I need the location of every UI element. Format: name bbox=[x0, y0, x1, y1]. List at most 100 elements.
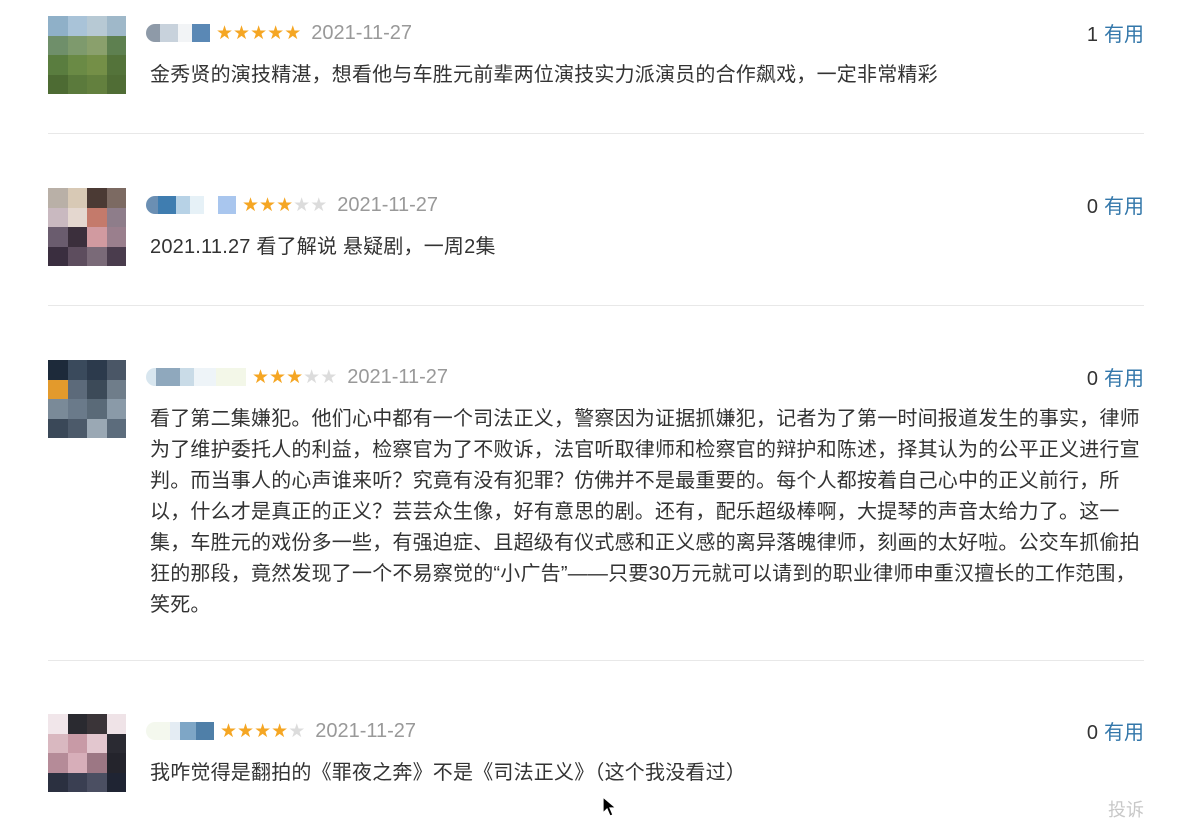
avatar-pixel bbox=[106, 207, 126, 227]
avatar-pixel bbox=[87, 55, 107, 75]
avatar-pixel bbox=[106, 227, 126, 247]
avatar-pixel bbox=[106, 379, 126, 399]
avatar-pixel bbox=[67, 35, 87, 55]
review-date: 2021-11-27 bbox=[315, 719, 417, 742]
username-blur-block bbox=[146, 722, 170, 740]
username-blur-block bbox=[180, 368, 194, 386]
avatar-pixel bbox=[87, 753, 107, 773]
helpful-count: 1 bbox=[1086, 24, 1098, 46]
star-empty-icon: ★ bbox=[303, 366, 321, 388]
helpful-count: 0 bbox=[1086, 196, 1098, 218]
avatar-pixel bbox=[48, 55, 68, 75]
avatar-pixel bbox=[106, 55, 126, 75]
avatar[interactable] bbox=[48, 714, 126, 792]
star-full-icon: ★ bbox=[252, 366, 270, 388]
helpful-button[interactable]: 有用 bbox=[1104, 722, 1144, 744]
avatar[interactable] bbox=[48, 16, 126, 94]
avatar[interactable] bbox=[48, 188, 126, 266]
avatar-pixel bbox=[106, 246, 126, 266]
avatar-pixel bbox=[48, 379, 68, 399]
helpful-count: 0 bbox=[1086, 722, 1098, 744]
avatar-pixel bbox=[106, 772, 126, 792]
avatar-pixel bbox=[67, 227, 87, 247]
avatar-pixel bbox=[106, 74, 126, 94]
username-blur-block bbox=[146, 24, 160, 42]
avatar-pixel bbox=[48, 733, 68, 753]
star-full-icon: ★ bbox=[237, 720, 255, 742]
username-blur-block bbox=[194, 368, 216, 386]
username-blur-block bbox=[156, 368, 180, 386]
rating-stars: ★ ★ ★ ★ ★ bbox=[216, 23, 301, 43]
review-date: 2021-11-27 bbox=[311, 21, 413, 44]
username-blurred[interactable] bbox=[146, 364, 246, 390]
helpful-button[interactable]: 有用 bbox=[1104, 196, 1144, 218]
username-blur-block bbox=[176, 196, 190, 214]
avatar-pixel bbox=[87, 379, 107, 399]
avatar-pixel bbox=[48, 246, 68, 266]
star-empty-icon: ★ bbox=[310, 194, 328, 216]
avatar-pixel bbox=[48, 227, 68, 247]
avatar-pixel bbox=[106, 16, 126, 36]
helpful-count: 0 bbox=[1086, 368, 1098, 390]
review-meta: ★ ★ ★ ★ ★ 2021-11-27 bbox=[146, 188, 438, 222]
avatar-pixel bbox=[48, 399, 68, 419]
avatar-pixel bbox=[106, 418, 126, 438]
review-date: 2021-11-27 bbox=[347, 365, 449, 388]
avatar-pixel bbox=[106, 35, 126, 55]
avatar[interactable] bbox=[48, 360, 126, 438]
avatar-pixel bbox=[48, 753, 68, 773]
avatar-pixel bbox=[48, 188, 68, 208]
helpful-vote: 0 有用 bbox=[1087, 716, 1144, 745]
rating-stars: ★ ★ ★ ★ ★ bbox=[242, 195, 327, 215]
username-blur-block bbox=[192, 24, 210, 42]
username-blur-block bbox=[196, 722, 214, 740]
avatar-pixel bbox=[87, 772, 107, 792]
avatar-pixel bbox=[48, 714, 68, 734]
username-blur-block bbox=[146, 368, 156, 386]
review-content: 看了第二集嫌犯。他们心中都有一个司法正义，警察因为证据抓嫌犯，记者为了第一时间报… bbox=[150, 408, 1140, 616]
helpful-button[interactable]: 有用 bbox=[1104, 24, 1144, 46]
username-blurred[interactable] bbox=[146, 20, 210, 46]
star-full-icon: ★ bbox=[271, 720, 289, 742]
review-meta: ★ ★ ★ ★ ★ 2021-11-27 bbox=[146, 714, 416, 748]
avatar-pixel bbox=[87, 227, 107, 247]
avatar-pixel bbox=[87, 418, 107, 438]
star-empty-icon: ★ bbox=[320, 366, 338, 388]
username-blurred[interactable] bbox=[146, 192, 236, 218]
helpful-vote: 1 有用 bbox=[1087, 18, 1144, 47]
username-blur-block bbox=[178, 24, 192, 42]
review-meta: ★ ★ ★ ★ ★ 2021-11-27 bbox=[146, 16, 412, 50]
avatar-pixel bbox=[87, 360, 107, 380]
avatar-pixel bbox=[67, 418, 87, 438]
username-blur-block bbox=[216, 368, 246, 386]
avatar-pixel bbox=[67, 772, 87, 792]
avatar-pixel bbox=[48, 74, 68, 94]
star-full-icon: ★ bbox=[254, 720, 272, 742]
review-content: 我咋觉得是翻拍的《罪夜之奔》不是《司法正义》（这个我没看过） bbox=[150, 762, 746, 784]
avatar-pixel bbox=[106, 714, 126, 734]
divider bbox=[48, 305, 1144, 306]
review-date: 2021-11-27 bbox=[337, 193, 439, 216]
avatar-pixel bbox=[67, 733, 87, 753]
star-empty-icon: ★ bbox=[293, 194, 311, 216]
username-blur-block bbox=[160, 24, 178, 42]
star-full-icon: ★ bbox=[267, 22, 285, 44]
avatar-pixel bbox=[87, 188, 107, 208]
avatar-pixel bbox=[87, 399, 107, 419]
star-full-icon: ★ bbox=[250, 22, 268, 44]
avatar-pixel bbox=[67, 753, 87, 773]
avatar-pixel bbox=[87, 714, 107, 734]
avatar-pixel bbox=[67, 188, 87, 208]
username-blur-block bbox=[190, 196, 204, 214]
helpful-vote: 0 有用 bbox=[1087, 190, 1144, 219]
star-full-icon: ★ bbox=[286, 366, 304, 388]
divider bbox=[48, 660, 1144, 661]
report-link[interactable]: 投诉 bbox=[1108, 796, 1144, 822]
avatar-pixel bbox=[48, 772, 68, 792]
username-blurred[interactable] bbox=[146, 718, 214, 744]
avatar-pixel bbox=[67, 379, 87, 399]
helpful-button[interactable]: 有用 bbox=[1104, 368, 1144, 390]
star-full-icon: ★ bbox=[259, 194, 277, 216]
avatar-pixel bbox=[106, 753, 126, 773]
avatar-pixel bbox=[106, 188, 126, 208]
